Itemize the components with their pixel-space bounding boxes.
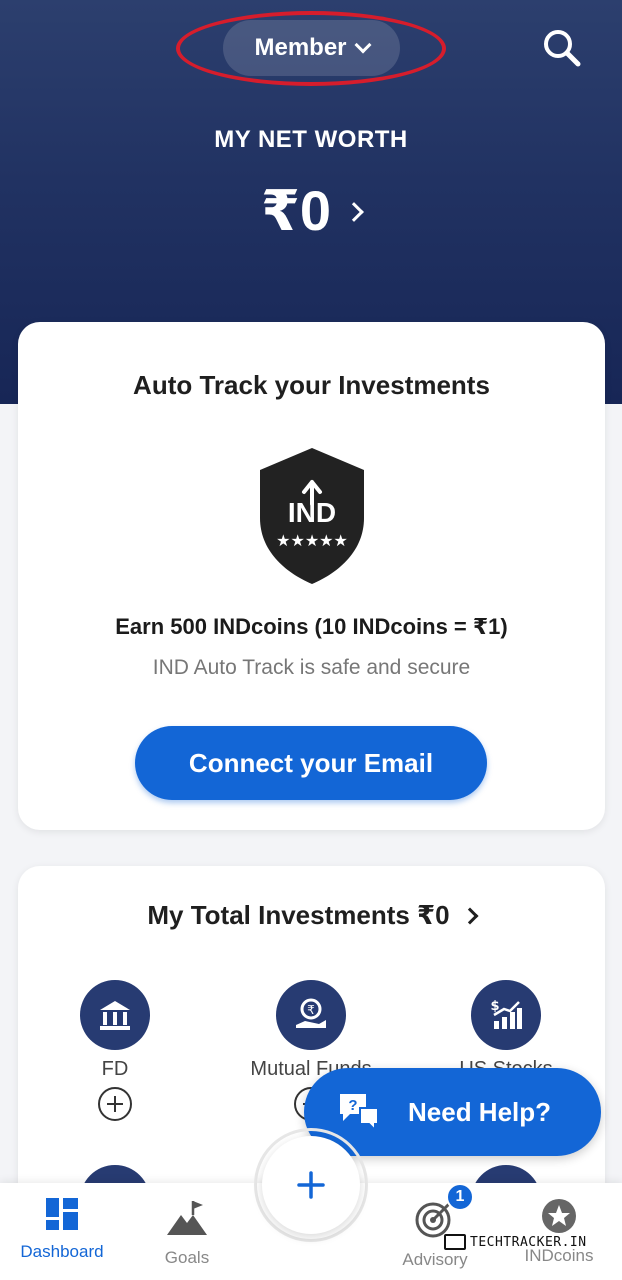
dashboard-icon [46, 1198, 78, 1230]
bank-icon [80, 980, 150, 1050]
connect-email-button[interactable]: Connect your Email [135, 726, 487, 800]
tab-label: Dashboard [20, 1242, 104, 1261]
watermark-logo-icon [444, 1234, 466, 1250]
add-fab-button[interactable] [262, 1136, 360, 1234]
tab-dashboard[interactable]: Dashboard [2, 1197, 122, 1262]
auto-track-card: Auto Track your Investments IND ★★★★★ Ea… [18, 322, 605, 830]
need-help-label: Need Help? [408, 1096, 552, 1127]
safe-secure-text: IND Auto Track is safe and secure [152, 656, 471, 679]
chevron-right-icon [344, 202, 364, 222]
net-worth-link[interactable]: ₹0 [0, 178, 622, 244]
notification-badge: 1 [446, 1183, 474, 1211]
investment-item-fd[interactable]: FD [15, 980, 215, 1121]
highlight-annotation [176, 11, 446, 86]
net-worth-label: MY NET WORTH [214, 126, 408, 153]
tab-indcoins[interactable]: INDcoins [499, 1197, 619, 1266]
search-icon [544, 30, 581, 67]
total-investments-link[interactable]: My Total Investments ₹0 [18, 900, 605, 931]
tab-label: Goals [164, 1248, 210, 1267]
earn-coins-text: Earn 500 INDcoins (10 INDcoins = ₹1) [115, 614, 508, 639]
tab-goals[interactable]: Goals [127, 1197, 247, 1268]
net-worth-value: ₹0 [260, 179, 332, 242]
ind-logo-text: IND [288, 497, 336, 528]
goals-mountain-icon [167, 1201, 207, 1235]
rupee-hand-icon: ₹ [276, 980, 346, 1050]
investment-label: FD [101, 1058, 129, 1080]
add-circle-icon[interactable] [98, 1087, 132, 1121]
svg-text:★★★★★: ★★★★★ [276, 531, 348, 550]
svg-text:₹: ₹ [307, 1003, 315, 1017]
stocks-chart-icon: $ [471, 980, 541, 1050]
tab-label: Advisory [402, 1250, 468, 1269]
chat-help-icon: ? [340, 1094, 379, 1133]
auto-track-title: Auto Track your Investments [133, 370, 490, 400]
search-button[interactable] [540, 26, 584, 70]
chevron-right-icon [461, 907, 479, 924]
watermark-text: TECHTRACKER.IN [470, 1234, 587, 1250]
svg-text:?: ? [348, 1097, 357, 1114]
ind-shield-logo: IND ★★★★★ [260, 448, 364, 584]
star-coin-icon [542, 1199, 576, 1233]
total-investments-title: My Total Investments ₹0 [147, 900, 450, 930]
watermark: TECHTRACKER.IN [444, 1234, 587, 1250]
plus-icon [297, 1171, 325, 1199]
